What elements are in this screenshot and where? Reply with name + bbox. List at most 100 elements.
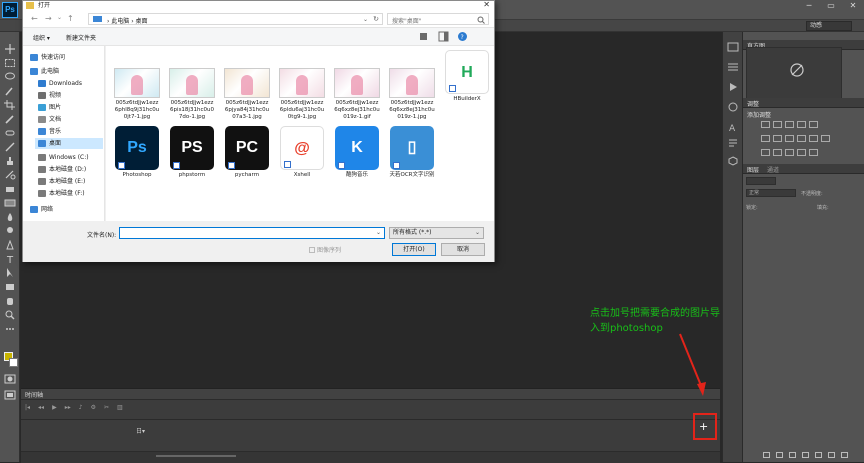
eraser-tool-icon[interactable] [4, 184, 16, 194]
minimize-icon[interactable]: ─ [798, 0, 820, 12]
sidebar-item[interactable]: 视频 [35, 90, 103, 101]
sidebar-item[interactable]: 快速访问 [27, 52, 103, 63]
settings-icon[interactable]: ⚙ [91, 404, 96, 414]
filename-dropdown-icon[interactable]: ⌄ [376, 229, 381, 236]
app-shortcut[interactable]: PC pycharm [220, 126, 274, 179]
next-frame-icon[interactable]: ▸▸ [65, 404, 71, 414]
file-item[interactable]: 005z6tdJjw1ezz 6pldu6aj31hc0u 0tg9-1.jpg [275, 68, 329, 121]
file-item[interactable]: 005z6tdJjw1ezz 6pis18j31hc0u0 7do-1.jpg [165, 68, 219, 121]
tab-layers[interactable]: 图层 [747, 165, 759, 174]
properties-icon[interactable] [727, 62, 739, 72]
sidebar-item[interactable]: 网络 [27, 204, 103, 215]
app-shortcut[interactable]: K 酷狗音乐 [330, 126, 384, 179]
actions-icon[interactable] [727, 82, 739, 92]
sidebar-item[interactable]: 本地磁盘 (E:) [35, 176, 103, 187]
previous-frame-icon[interactable]: ◂◂ [38, 404, 44, 414]
clone-stamp-tool-icon[interactable] [4, 156, 16, 166]
sidebar-item[interactable]: 本地磁盘 (D:) [35, 164, 103, 175]
brush-tool-icon[interactable] [4, 142, 16, 152]
layer-filter[interactable] [746, 177, 776, 185]
shape-tool-icon[interactable] [4, 282, 16, 292]
help-icon[interactable]: ? [457, 31, 468, 42]
quick-select-tool-icon[interactable] [4, 86, 16, 96]
paragraph-icon[interactable] [727, 138, 739, 148]
refresh-icon[interactable]: ↻ [373, 15, 379, 23]
app-shortcut[interactable]: H HBuilderX [440, 50, 494, 103]
workspace-select[interactable]: 动感 [806, 21, 852, 31]
sidebar-item[interactable]: 本地磁盘 (F:) [35, 188, 103, 199]
forward-arrow-icon[interactable]: → [45, 14, 52, 23]
app-shortcut[interactable]: ▯ 天若OCR文字识别 [385, 126, 439, 179]
maximize-icon[interactable]: ▭ [820, 0, 842, 12]
add-media-button[interactable]: + [699, 420, 708, 433]
play-icon[interactable]: ▶ [52, 404, 57, 414]
file-item[interactable]: 005z6tdJjw1ezz 6q6xz8ej31hc0u 019z-1.jpg [385, 68, 439, 121]
blur-tool-icon[interactable] [4, 212, 16, 222]
hand-tool-icon[interactable] [4, 296, 16, 306]
sidebar-item[interactable]: Downloads [35, 78, 103, 89]
up-folder-icon[interactable]: ↑ [67, 14, 74, 23]
character-icon[interactable]: A [727, 122, 739, 134]
organize-menu[interactable]: 组织 ▾ [33, 33, 50, 42]
address-dropdown-icon[interactable]: ⌄ [363, 16, 368, 23]
file-item[interactable]: 005z6tdJjw1ezz 6pjya84j31hc0u 07a3-1.jpg [220, 68, 274, 121]
app-shortcut[interactable]: PS phpstorm [165, 126, 219, 179]
adjustment-icons-row-2[interactable] [761, 135, 830, 142]
dialog-close-icon[interactable]: ✕ [483, 0, 490, 9]
layers-footer-icons[interactable] [763, 452, 848, 458]
3d-icon[interactable] [727, 156, 739, 166]
sidebar-item[interactable]: 此电脑 [27, 66, 103, 77]
close-icon[interactable]: ✕ [842, 0, 864, 12]
split-icon[interactable]: ✂ [104, 404, 109, 414]
adjustment-icons-row-1[interactable] [761, 121, 818, 128]
timeline-track-menu[interactable]: 日▾ [136, 426, 145, 435]
sidebar-item[interactable]: 文档 [35, 114, 103, 125]
adjustment-icons-row-3[interactable] [761, 149, 818, 156]
file-item[interactable]: 005z6tdJjw1ezz 6q6xz8ej31hc0u 019z-1.gif [330, 68, 384, 121]
audio-icon[interactable]: ♪ [79, 404, 83, 414]
lasso-tool-icon[interactable] [4, 72, 16, 82]
marquee-tool-icon[interactable] [4, 58, 16, 68]
first-frame-icon[interactable]: |◂ [25, 404, 30, 414]
cancel-button[interactable]: 取消 [441, 243, 485, 256]
screen-mode-icon[interactable] [4, 390, 16, 400]
quick-mask-icon[interactable] [4, 374, 16, 384]
new-folder-button[interactable]: 新建文件夹 [66, 33, 96, 42]
sidebar-item[interactable]: 音乐 [35, 126, 103, 137]
crop-tool-icon[interactable] [4, 100, 16, 110]
eyedropper-tool-icon[interactable] [4, 114, 16, 124]
blend-mode-select[interactable]: 正常 [746, 189, 796, 197]
sidebar-item[interactable]: Windows (C:) [35, 152, 103, 163]
sidebar-item[interactable]: 图片 [35, 102, 103, 113]
open-button[interactable]: 打开(O) [392, 243, 436, 256]
app-shortcut[interactable]: Ps Photoshop [110, 126, 164, 179]
history-icon[interactable] [727, 42, 739, 52]
app-shortcut[interactable]: @ Xshell [275, 126, 329, 179]
zoom-tool-icon[interactable] [4, 310, 16, 320]
path-selection-tool-icon[interactable] [4, 268, 16, 278]
history-brush-tool-icon[interactable] [4, 170, 16, 180]
pen-tool-icon[interactable] [4, 240, 16, 250]
tab-channels[interactable]: 通道 [767, 165, 779, 174]
more-tools-icon[interactable] [4, 324, 16, 334]
styles-icon[interactable] [727, 102, 739, 112]
recent-locations-icon[interactable]: ⌄ [57, 14, 62, 21]
timeline-zoom-slider[interactable] [156, 455, 236, 457]
file-item[interactable]: 005z6tdJjw1ezz 6phl8q9j31hc0u 0jt7-1.jpg [110, 68, 164, 121]
healing-brush-tool-icon[interactable] [4, 128, 16, 138]
dodge-tool-icon[interactable] [4, 226, 16, 236]
address-field[interactable]: › 此电脑 › 桌面 ⌄ ↻ [88, 13, 383, 25]
transition-icon[interactable]: ▥ [117, 404, 123, 414]
gradient-tool-icon[interactable] [4, 198, 16, 208]
filename-input[interactable] [119, 227, 385, 239]
image-sequence-checkbox[interactable]: 图像序列 [309, 245, 341, 254]
back-arrow-icon[interactable]: ← [31, 14, 38, 23]
type-tool-icon[interactable]: T [4, 254, 16, 264]
sidebar-item[interactable]: 桌面 [35, 138, 103, 149]
preview-pane-icon[interactable] [438, 31, 449, 42]
filetype-select[interactable]: 所有格式 (*.*) ⌄ [389, 227, 484, 239]
move-tool-icon[interactable] [4, 44, 16, 54]
search-input[interactable]: 搜索"桌面" [387, 13, 489, 25]
tab-adjustments[interactable]: 调整 [747, 99, 759, 108]
background-color-swatch[interactable] [9, 358, 18, 367]
